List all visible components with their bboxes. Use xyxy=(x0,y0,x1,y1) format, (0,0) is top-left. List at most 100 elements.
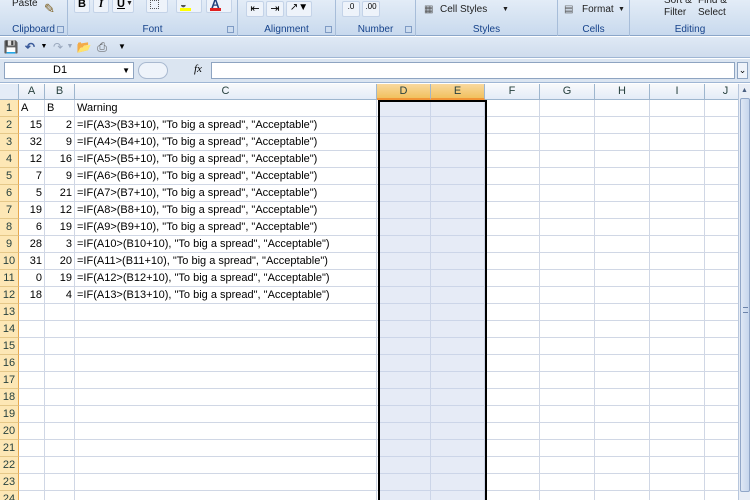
cell-h24[interactable] xyxy=(595,491,650,500)
cell-a23[interactable] xyxy=(19,474,45,491)
cell-j3[interactable] xyxy=(705,134,738,151)
cell-d12[interactable] xyxy=(377,287,431,304)
cell-h13[interactable] xyxy=(595,304,650,321)
number-dialog-launcher[interactable] xyxy=(405,26,412,33)
cell-b19[interactable] xyxy=(45,406,75,423)
cell-b13[interactable] xyxy=(45,304,75,321)
cell-b3[interactable]: 9 xyxy=(45,134,75,151)
cell-styles-dropdown-icon[interactable]: ▼ xyxy=(502,6,509,13)
cell-g11[interactable] xyxy=(540,270,595,287)
cell-j22[interactable] xyxy=(705,457,738,474)
cell-g14[interactable] xyxy=(540,321,595,338)
cell-e16[interactable] xyxy=(431,355,485,372)
cell-d23[interactable] xyxy=(377,474,431,491)
cell-b2[interactable]: 2 xyxy=(45,117,75,134)
cell-a19[interactable] xyxy=(19,406,45,423)
row-header-5[interactable]: 5 xyxy=(0,168,19,185)
cell-g20[interactable] xyxy=(540,423,595,440)
orientation-button[interactable]: ↗▼ xyxy=(286,1,312,17)
cell-d5[interactable] xyxy=(377,168,431,185)
cell-f12[interactable] xyxy=(485,287,540,304)
cell-f14[interactable] xyxy=(485,321,540,338)
cell-c12[interactable]: =IF(A13>(B13+10), "To big a spread", "Ac… xyxy=(75,287,377,304)
customize-toolbar-icon[interactable]: ▼ xyxy=(114,40,130,54)
cell-c16[interactable] xyxy=(75,355,377,372)
cell-b16[interactable] xyxy=(45,355,75,372)
cell-j12[interactable] xyxy=(705,287,738,304)
cell-i4[interactable] xyxy=(650,151,705,168)
cell-g8[interactable] xyxy=(540,219,595,236)
cell-i3[interactable] xyxy=(650,134,705,151)
column-header-h[interactable]: H xyxy=(595,84,650,100)
cell-b14[interactable] xyxy=(45,321,75,338)
cell-e20[interactable] xyxy=(431,423,485,440)
cell-i11[interactable] xyxy=(650,270,705,287)
cell-d24[interactable] xyxy=(377,491,431,500)
cell-f24[interactable] xyxy=(485,491,540,500)
cell-h8[interactable] xyxy=(595,219,650,236)
cell-i16[interactable] xyxy=(650,355,705,372)
cell-d8[interactable] xyxy=(377,219,431,236)
format-button[interactable]: Format xyxy=(582,4,614,15)
cell-h12[interactable] xyxy=(595,287,650,304)
cell-g21[interactable] xyxy=(540,440,595,457)
cell-f3[interactable] xyxy=(485,134,540,151)
folder-icon[interactable]: 📂 xyxy=(76,40,92,54)
cell-a24[interactable] xyxy=(19,491,45,500)
cell-f8[interactable] xyxy=(485,219,540,236)
cell-c17[interactable] xyxy=(75,372,377,389)
cell-h3[interactable] xyxy=(595,134,650,151)
cell-i12[interactable] xyxy=(650,287,705,304)
cell-h15[interactable] xyxy=(595,338,650,355)
cell-h6[interactable] xyxy=(595,185,650,202)
cell-i22[interactable] xyxy=(650,457,705,474)
paintbrush-icon[interactable]: ✎ xyxy=(44,1,55,17)
cell-g23[interactable] xyxy=(540,474,595,491)
cell-a14[interactable] xyxy=(19,321,45,338)
cell-c6[interactable]: =IF(A7>(B7+10), "To big a spread", "Acce… xyxy=(75,185,377,202)
increase-indent-button[interactable]: ⇥ xyxy=(266,1,284,17)
row-header-21[interactable]: 21 xyxy=(0,440,19,457)
cell-a22[interactable] xyxy=(19,457,45,474)
cell-d3[interactable] xyxy=(377,134,431,151)
cell-f7[interactable] xyxy=(485,202,540,219)
cell-i1[interactable] xyxy=(650,100,705,117)
italic-button[interactable]: I xyxy=(93,0,109,13)
cell-f11[interactable] xyxy=(485,270,540,287)
cell-g9[interactable] xyxy=(540,236,595,253)
cell-j17[interactable] xyxy=(705,372,738,389)
cell-b18[interactable] xyxy=(45,389,75,406)
cell-e2[interactable] xyxy=(431,117,485,134)
cell-b9[interactable]: 3 xyxy=(45,236,75,253)
scroll-up-arrow-icon[interactable]: ▲ xyxy=(739,84,750,97)
cell-a3[interactable]: 32 xyxy=(19,134,45,151)
cell-e23[interactable] xyxy=(431,474,485,491)
cell-g13[interactable] xyxy=(540,304,595,321)
cell-a15[interactable] xyxy=(19,338,45,355)
cell-b11[interactable]: 19 xyxy=(45,270,75,287)
cell-e4[interactable] xyxy=(431,151,485,168)
row-header-9[interactable]: 9 xyxy=(0,236,19,253)
cell-e17[interactable] xyxy=(431,372,485,389)
cell-i9[interactable] xyxy=(650,236,705,253)
cell-i18[interactable] xyxy=(650,389,705,406)
row-header-20[interactable]: 20 xyxy=(0,423,19,440)
font-dialog-launcher[interactable] xyxy=(227,26,234,33)
cell-g17[interactable] xyxy=(540,372,595,389)
row-header-17[interactable]: 17 xyxy=(0,372,19,389)
cell-j4[interactable] xyxy=(705,151,738,168)
cell-j21[interactable] xyxy=(705,440,738,457)
cell-d20[interactable] xyxy=(377,423,431,440)
cell-h16[interactable] xyxy=(595,355,650,372)
row-header-18[interactable]: 18 xyxy=(0,389,19,406)
column-header-a[interactable]: A xyxy=(19,84,45,100)
cell-f13[interactable] xyxy=(485,304,540,321)
cell-h17[interactable] xyxy=(595,372,650,389)
cell-b5[interactable]: 9 xyxy=(45,168,75,185)
cell-g16[interactable] xyxy=(540,355,595,372)
cell-d9[interactable] xyxy=(377,236,431,253)
column-header-j[interactable]: J xyxy=(705,84,738,100)
cell-f4[interactable] xyxy=(485,151,540,168)
find-select-button[interactable]: Find & Select xyxy=(698,0,727,19)
cell-c18[interactable] xyxy=(75,389,377,406)
